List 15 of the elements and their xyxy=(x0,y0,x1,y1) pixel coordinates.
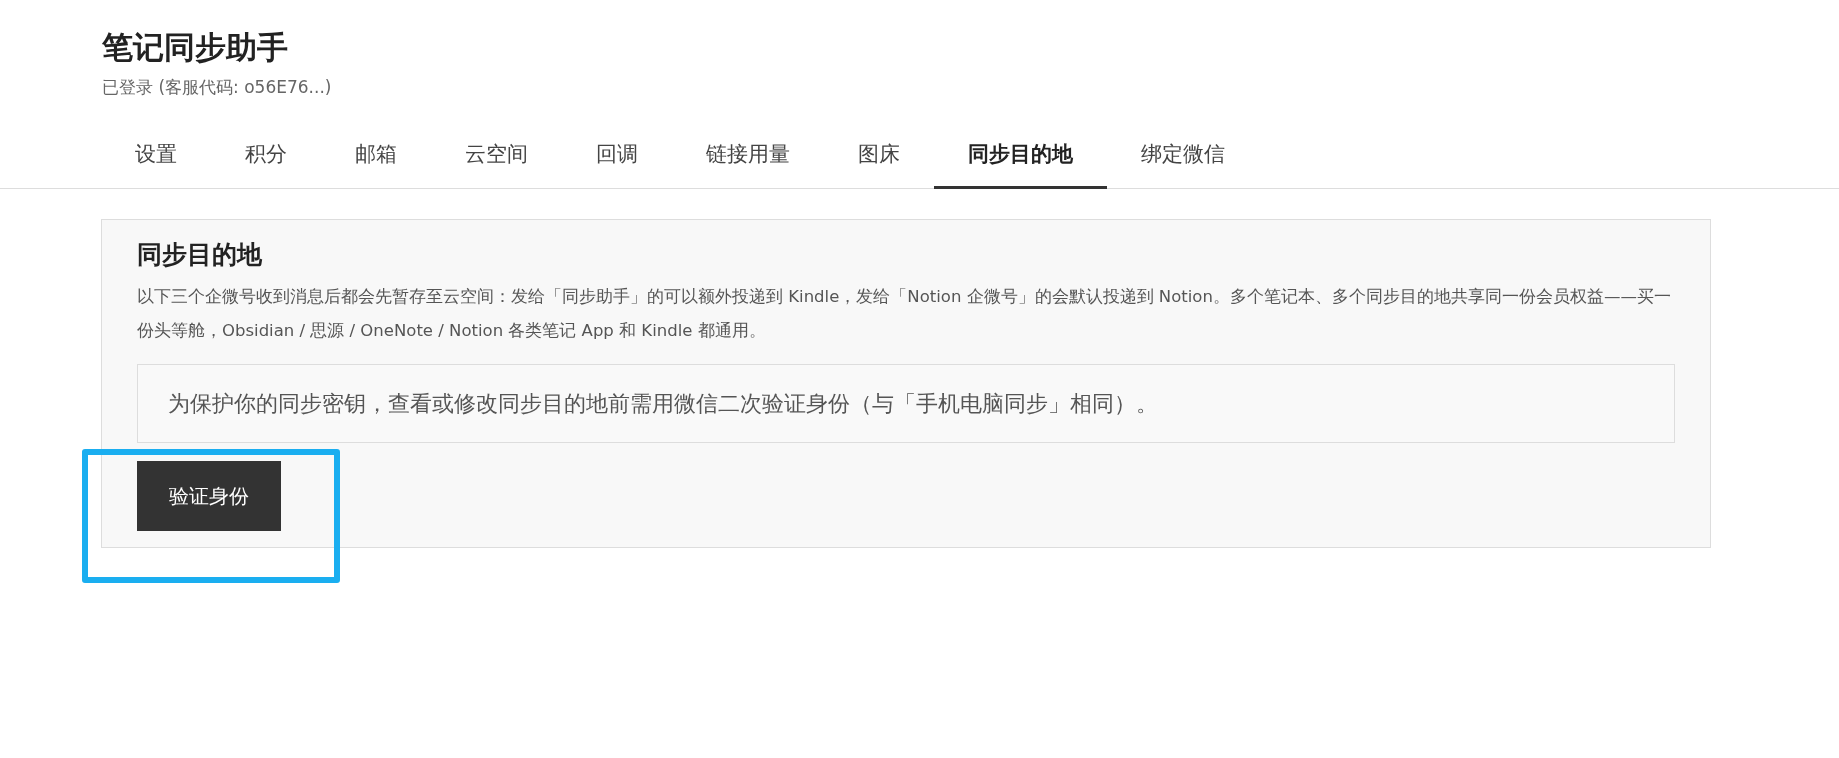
nav-tab[interactable]: 绑定微信 xyxy=(1107,128,1259,190)
notice-box: 为保护你的同步密钥，查看或修改同步目的地前需用微信二次验证身份（与「手机电脑同步」相同）。 xyxy=(137,364,1675,444)
nav-tab[interactable]: 回调 xyxy=(562,128,672,190)
nav-tab[interactable]: 邮箱 xyxy=(321,128,431,190)
nav-tab[interactable]: 积分 xyxy=(211,128,321,190)
login-status: 已登录 (客服代码: o56E76...) xyxy=(102,76,333,100)
nav-tab[interactable]: 设置 xyxy=(101,128,211,190)
app-title: 笔记同步助手 xyxy=(102,28,289,67)
nav-tab[interactable]: 图床 xyxy=(824,128,934,190)
nav-tab[interactable]: 云空间 xyxy=(431,128,562,190)
nav-tab[interactable]: 链接用量 xyxy=(672,128,824,190)
nav-tab[interactable]: 同步目的地 xyxy=(934,128,1107,190)
panel-heading: 同步目的地 xyxy=(137,240,263,271)
panel-description: 以下三个企微号收到消息后都会先暂存至云空间：发给「同步助手」的可以额外投递到 Kindle，发给「Notion 企微号」的会默认投递到 Notion。多个笔记本、多个同步目的地共享同一份会员权益——买一份头等舱，Obsidian / 思源 / OneNote / Notion 各类笔记 App 和 Kindle 都通用。 xyxy=(137,286,1672,343)
verify-button[interactable]: 验证身份 xyxy=(137,461,281,532)
